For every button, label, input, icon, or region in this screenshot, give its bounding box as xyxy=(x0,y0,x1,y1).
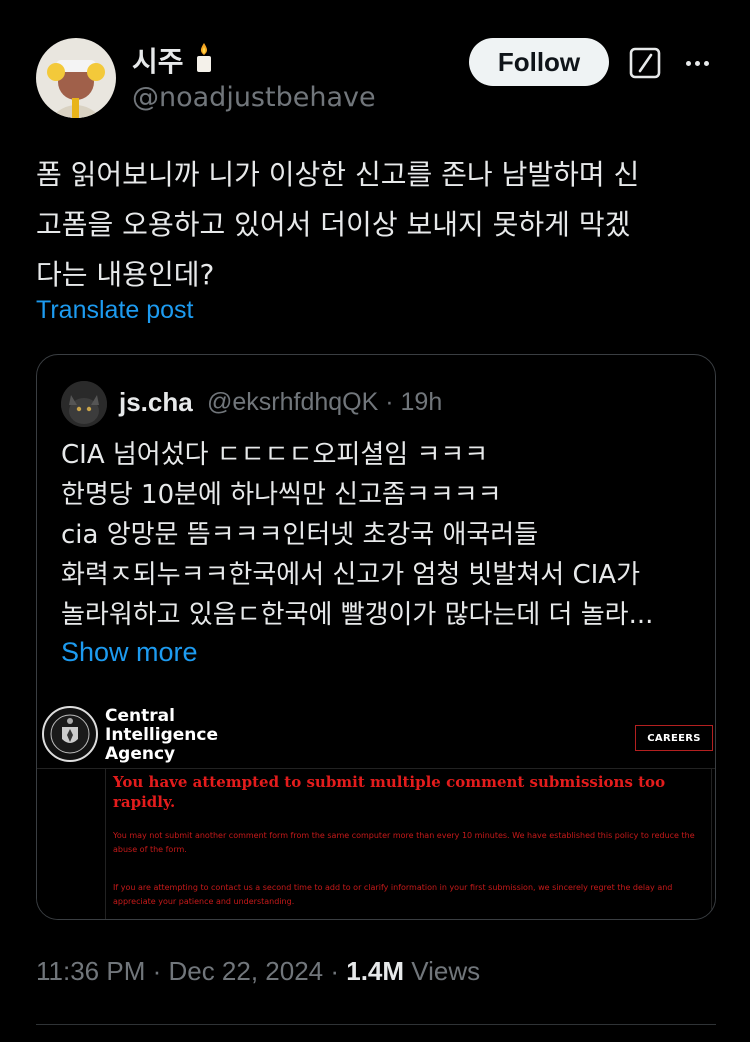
quote-line: CIA 넘어섰다 ㄷㄷㄷㄷ오피셜임 ㅋㅋㅋ xyxy=(61,440,489,470)
author-name-text: 시주 xyxy=(132,45,184,78)
more-dot xyxy=(694,60,700,66)
candle-icon xyxy=(192,41,216,80)
cia-divider xyxy=(37,768,715,769)
grok-icon[interactable] xyxy=(628,46,662,80)
cia-agency-name: Central Intelligence Agency xyxy=(105,707,218,764)
more-icon[interactable] xyxy=(680,46,714,80)
quote-line: 화력ㅈ되누ㅋㅋ한국에서 신고가 엄청 빗발쳐서 CIA가 xyxy=(61,560,640,590)
cia-careers-button: CAREERS xyxy=(635,725,713,751)
follow-button[interactable]: Follow xyxy=(469,38,609,86)
views-count: 1.4M xyxy=(346,956,405,986)
cia-error-paragraph: If you are attempting to contact us a se… xyxy=(113,883,673,906)
cia-name-line: Intelligence xyxy=(105,725,218,745)
quote-text: CIA 넘어섰다 ㄷㄷㄷㄷ오피셜임 ㅋㅋㅋ 한명당 10분에 하나씩만 신고좀ㅋ… xyxy=(61,435,701,635)
tweet-line: 고폼을 오용하고 있어서 더이상 보내지 못하게 막겠 xyxy=(36,208,631,241)
divider xyxy=(36,1024,716,1025)
cia-seal-icon xyxy=(41,705,99,763)
cia-error-paragraph: You may not submit another comment form … xyxy=(113,831,695,854)
tweet-timestamp[interactable]: 11:36 PM · Dec 22, 2024 · xyxy=(36,956,346,986)
show-more-link[interactable]: Show more xyxy=(61,637,198,668)
cia-divider xyxy=(105,768,106,919)
quote-author-avatar[interactable] xyxy=(61,381,107,427)
quote-line: 놀라워하고 있음ㄷ한국에 빨갱이가 많다는데 더 놀라... xyxy=(61,600,654,630)
cia-error-heading: You have attempted to submit multiple co… xyxy=(113,773,666,811)
quoted-tweet[interactable]: js.cha @eksrhfdhqQK · 19h CIA 넘어섰다 ㄷㄷㄷㄷ오… xyxy=(36,354,716,920)
quote-line: cia 앙망문 뜸ㅋㅋㅋ인터넷 초강국 애국러들 xyxy=(61,520,539,550)
more-dot xyxy=(685,60,691,66)
tweet-text: 폼 읽어보니까 니가 이상한 신고를 존나 남발하며 신 고폼을 오용하고 있어… xyxy=(36,150,716,300)
tweet-line: 폼 읽어보니까 니가 이상한 신고를 존나 남발하며 신 xyxy=(36,158,640,191)
cia-divider xyxy=(711,768,712,919)
cia-name-line: Agency xyxy=(105,744,176,764)
quote-author-meta: @eksrhfdhqQK · 19h xyxy=(207,388,443,416)
tweet-line: 다는 내용인데? xyxy=(36,258,215,291)
author-avatar[interactable] xyxy=(36,38,116,118)
quote-line: 한명당 10분에 하나씩만 신고좀ㅋㅋㅋㅋ xyxy=(61,480,502,510)
cia-name-line: Central xyxy=(105,706,175,726)
quote-attached-image[interactable]: Central Intelligence Agency CAREERS You … xyxy=(37,705,715,919)
quote-author-name[interactable]: js.cha xyxy=(119,387,193,418)
more-dot xyxy=(703,60,709,66)
views-label: Views xyxy=(404,956,481,986)
translate-post-link[interactable]: Translate post xyxy=(36,296,193,325)
tweet-timestamp-views: 11:36 PM · Dec 22, 2024 · 1.4M Views xyxy=(36,956,480,987)
author-handle[interactable]: @noadjustbehave xyxy=(132,82,376,113)
author-display-name[interactable]: 시주 xyxy=(132,40,216,80)
